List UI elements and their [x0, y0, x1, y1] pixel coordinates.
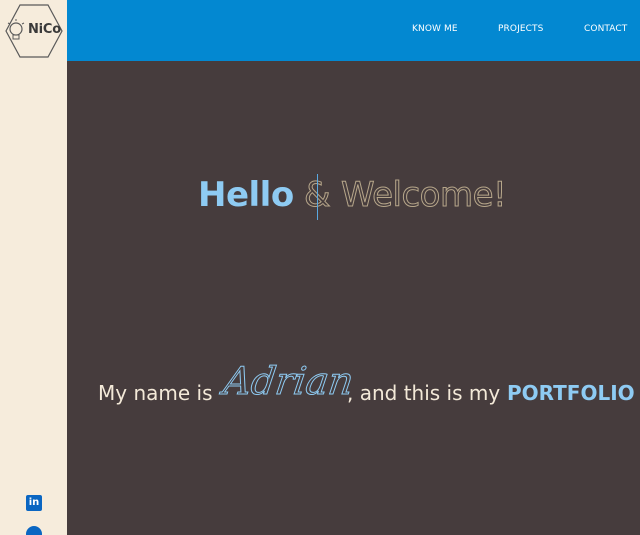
- hero-name: Adrian: [220, 359, 357, 404]
- hero-section: Hello & Welcome! My name is Adrian , and…: [67, 61, 640, 535]
- github-icon[interactable]: [26, 526, 42, 535]
- nav-know-me[interactable]: KNOW ME: [412, 24, 458, 34]
- logo[interactable]: NiCo: [4, 2, 64, 60]
- logo-text: NiCo: [28, 22, 62, 37]
- intro-suffix: , and this is my: [347, 381, 501, 405]
- intro-prefix: My name is: [98, 381, 213, 405]
- nav-projects[interactable]: PROJECTS: [498, 24, 543, 34]
- typing-cursor: [317, 174, 318, 220]
- nav-contact[interactable]: CONTACT: [584, 24, 627, 34]
- portfolio-highlight: PORTFOLIO: [507, 381, 635, 405]
- linkedin-icon[interactable]: in: [26, 495, 42, 511]
- header: KNOW ME PROJECTS CONTACT: [67, 0, 640, 61]
- linkedin-glyph: in: [28, 497, 40, 508]
- hero-greeting: Hello: [198, 175, 294, 215]
- hero-welcome: Welcome!: [340, 175, 507, 216]
- sidebar: NiCo in: [0, 0, 67, 535]
- github-glyph: [26, 526, 42, 535]
